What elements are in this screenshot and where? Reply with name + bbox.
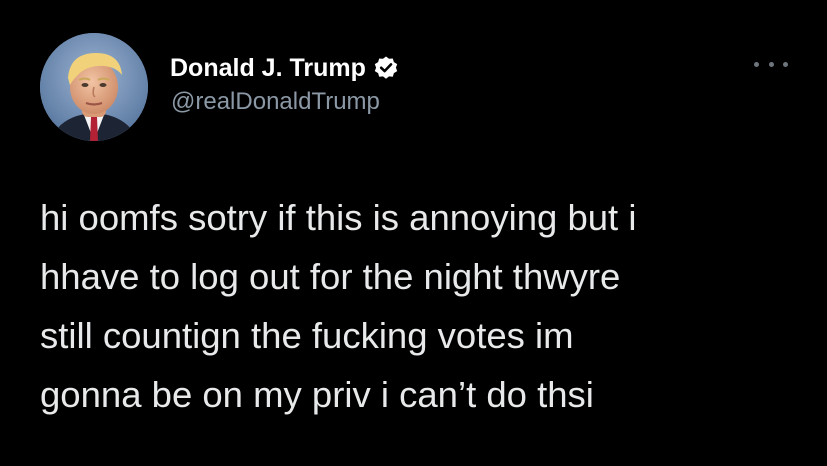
- author-display-name[interactable]: Donald J. Trump: [170, 54, 366, 83]
- more-dot: [768, 61, 774, 67]
- author-handle[interactable]: @realDonaldTrump: [171, 88, 380, 116]
- more-dot: [783, 61, 788, 67]
- tweet-text: hi oomfs sotry if this is annoying but i…: [40, 188, 800, 424]
- tweet-text-line: hhave to log out for the night thwyre: [40, 256, 621, 297]
- tweet-text-line: hi oomfs sotry if this is annoying but i: [40, 197, 637, 238]
- tweet-card: Donald J. Trump @realDonaldTrump hi oomf…: [0, 0, 827, 466]
- author-name-row: Donald J. Trump: [170, 50, 399, 86]
- tweet-text-line: still countign the fucking votes im: [40, 315, 574, 356]
- verified-badge-icon: [373, 55, 399, 81]
- more-options-icon[interactable]: [754, 54, 788, 74]
- avatar[interactable]: [40, 33, 148, 141]
- more-dot: [754, 61, 759, 67]
- avatar-photo: [40, 33, 148, 141]
- tweet-text-line: gonna be on my priv i can’t do thsi: [40, 374, 594, 415]
